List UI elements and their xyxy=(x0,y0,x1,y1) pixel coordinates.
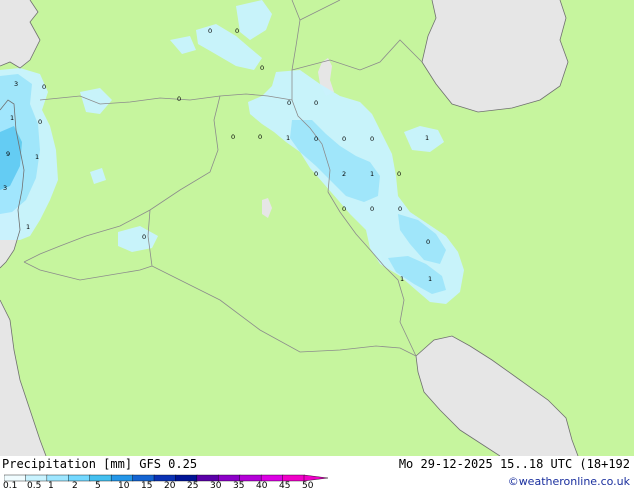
map-label: 0 xyxy=(38,118,42,126)
map-label: 0 xyxy=(342,205,346,213)
map-label: 0 xyxy=(314,170,318,178)
map-label: 0 xyxy=(426,238,430,246)
map-label: 0 xyxy=(208,27,212,35)
map-label: 1 xyxy=(425,134,429,142)
precipitation-map[interactable]: 0 0 0 3 0 0 1 0 0 0 9 1 0 0 1 0 0 0 1 3 … xyxy=(0,0,634,456)
map-label: 0 xyxy=(235,27,239,35)
map-label: 2 xyxy=(342,170,346,178)
map-label: 0 xyxy=(177,95,181,103)
map-label: 0 xyxy=(42,83,46,91)
map-label: 3 xyxy=(14,80,18,88)
map-label: 0 xyxy=(342,135,346,143)
map-label: 1 xyxy=(26,223,30,231)
map-label: 0 xyxy=(314,99,318,107)
map-label: 0 xyxy=(370,135,374,143)
map-label: 0 xyxy=(397,170,401,178)
legend-title: Precipitation [mm] GFS 0.25 xyxy=(2,457,198,471)
map-label: 0 xyxy=(370,205,374,213)
credit-link[interactable]: ©weatheronline.co.uk xyxy=(508,475,630,488)
map-label: 0 xyxy=(258,133,262,141)
map-label: 1 xyxy=(286,134,290,142)
map-label: 0 xyxy=(142,233,146,241)
map-label: 3 xyxy=(3,184,7,192)
map-label: 1 xyxy=(370,170,374,178)
map-label: 1 xyxy=(428,275,432,283)
map-label: 1 xyxy=(10,114,14,122)
map-label: 9 xyxy=(6,150,10,158)
map-label: 1 xyxy=(35,153,39,161)
valid-time: Mo 29-12-2025 15..18 UTC (18+192 xyxy=(398,457,630,471)
map-label: 0 xyxy=(287,99,291,107)
map-label: 0 xyxy=(314,135,318,143)
map-label: 0 xyxy=(260,64,264,72)
map-label: 0 xyxy=(398,205,402,213)
map-label: 1 xyxy=(400,275,404,283)
map-label: 0 xyxy=(231,133,235,141)
